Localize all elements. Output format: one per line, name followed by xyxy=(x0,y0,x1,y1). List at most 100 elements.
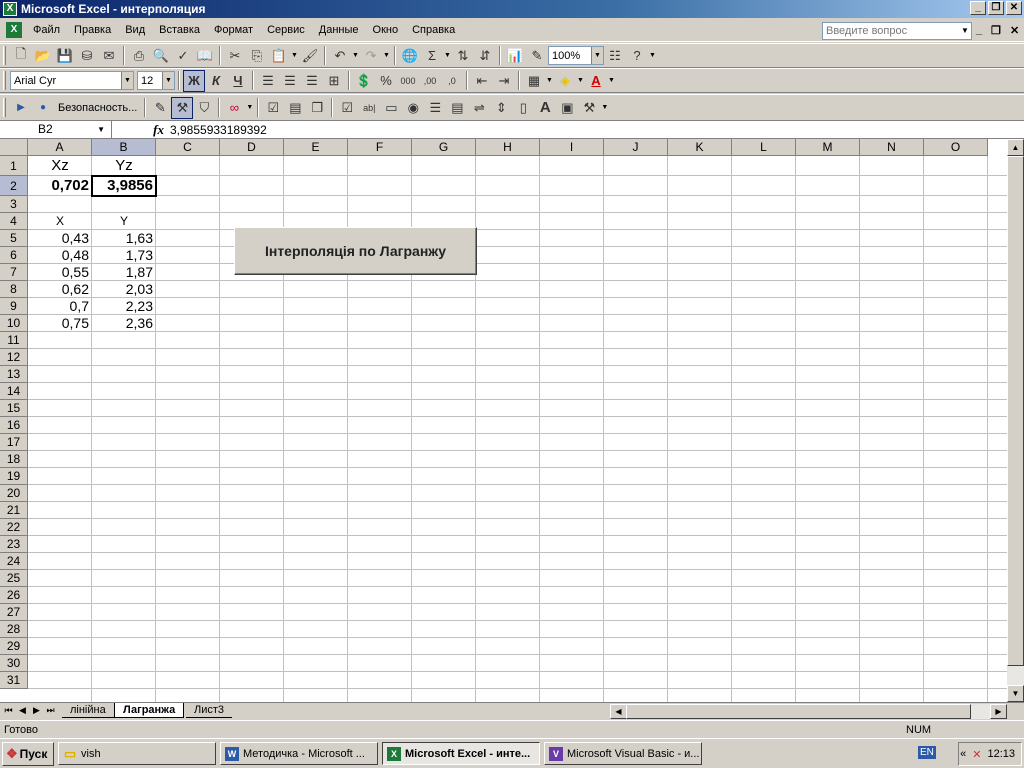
chevron-down-icon[interactable]: ▼ xyxy=(607,77,616,84)
row-header-11[interactable]: 11 xyxy=(0,332,28,349)
formula-input[interactable]: 3,9855933189392 xyxy=(170,123,267,137)
chevron-down-icon[interactable]: ▼ xyxy=(97,121,105,138)
align-center-icon[interactable]: ☰ xyxy=(279,70,301,92)
italic-button[interactable]: К xyxy=(205,70,227,92)
name-box[interactable]: B2 ▼ xyxy=(0,121,112,138)
next-sheet-icon[interactable]: ▶ xyxy=(31,705,42,716)
language-indicator[interactable]: EN xyxy=(918,746,936,759)
toggle-button-icon[interactable]: ⇌ xyxy=(468,97,490,119)
hyperlink-icon[interactable]: 🌐 xyxy=(399,45,421,67)
doc-close-button[interactable]: ✕ xyxy=(1010,24,1019,37)
row-header-31[interactable]: 31 xyxy=(0,672,28,689)
tab-lagrange[interactable]: Лагранжа xyxy=(114,703,185,718)
design-mode-icon[interactable]: ✎ xyxy=(149,97,171,119)
lagrange-interpolation-button[interactable]: Інтерполяція по Лагранжу xyxy=(234,227,477,275)
tools-icon[interactable]: ⚒ xyxy=(171,96,194,119)
menu-view[interactable]: Вид xyxy=(118,18,152,42)
new-icon[interactable]: 🗋 xyxy=(10,45,32,67)
row-header-3[interactable]: 3 xyxy=(0,196,28,213)
row-header-19[interactable]: 19 xyxy=(0,468,28,485)
menu-format[interactable]: Формат xyxy=(207,18,260,42)
scroll-up-icon[interactable]: ▲ xyxy=(1007,139,1024,156)
task-vba[interactable]: V Microsoft Visual Basic - и... xyxy=(544,742,702,765)
cell-b9[interactable]: 2,23 xyxy=(92,298,156,315)
row-header-17[interactable]: 17 xyxy=(0,434,28,451)
bold-button[interactable]: Ж xyxy=(183,69,205,92)
view-code-icon[interactable]: ▤ xyxy=(284,97,306,119)
increase-decimal-icon[interactable]: ,00 xyxy=(419,70,441,92)
row-header-9[interactable]: 9 xyxy=(0,298,28,315)
menu-tools[interactable]: Сервис xyxy=(260,18,312,42)
doc-restore-button[interactable]: ❐ xyxy=(991,24,1001,37)
menu-insert[interactable]: Вставка xyxy=(152,18,207,42)
research-icon[interactable]: 📖 xyxy=(194,45,216,67)
row-header-1[interactable]: 1 xyxy=(0,156,28,176)
cell-a1[interactable]: Xz xyxy=(28,156,92,176)
spin-button-icon[interactable]: ⇕ xyxy=(490,97,512,119)
column-header-i[interactable]: I xyxy=(540,139,604,156)
menu-edit[interactable]: Правка xyxy=(67,18,118,42)
cell-a8[interactable]: 0,62 xyxy=(28,281,92,298)
chart-wizard-icon[interactable]: 📊 xyxy=(504,45,526,67)
textbox-control-icon[interactable]: ab| xyxy=(358,97,380,119)
font-color-icon[interactable]: A xyxy=(585,70,607,92)
row-header-21[interactable]: 21 xyxy=(0,502,28,519)
link-icon[interactable]: ∞ xyxy=(223,97,245,119)
align-right-icon[interactable]: ☰ xyxy=(301,70,323,92)
cell-a4[interactable]: X xyxy=(28,213,92,230)
row-header-15[interactable]: 15 xyxy=(0,400,28,417)
cell-b4[interactable]: Y xyxy=(92,213,156,230)
save-icon[interactable]: 💾 xyxy=(54,45,76,67)
column-header-a[interactable]: A xyxy=(28,139,92,156)
row-header-23[interactable]: 23 xyxy=(0,536,28,553)
row-header-24[interactable]: 24 xyxy=(0,553,28,570)
tab-list3[interactable]: Лист3 xyxy=(186,703,233,718)
menu-data[interactable]: Данные xyxy=(312,18,366,42)
zoom-combo[interactable]: 100% ▼ xyxy=(548,46,604,65)
spelling-icon[interactable]: ✓ xyxy=(172,45,194,67)
cell-b7[interactable]: 1,87 xyxy=(92,264,156,281)
exit-design-icon[interactable]: ⛉ xyxy=(193,97,215,119)
grid-layout-icon[interactable]: ☷ xyxy=(604,45,626,67)
row-header-26[interactable]: 26 xyxy=(0,587,28,604)
workbook-icon[interactable]: X xyxy=(6,21,22,38)
row-header-20[interactable]: 20 xyxy=(0,485,28,502)
permission-icon[interactable]: ⛁ xyxy=(76,45,98,67)
row-header-2[interactable]: 2 xyxy=(0,176,28,196)
comma-style-icon[interactable]: 000 xyxy=(397,70,419,92)
label-control-icon[interactable]: A xyxy=(534,97,556,119)
row-header-25[interactable]: 25 xyxy=(0,570,28,587)
image-control-icon[interactable]: ▣ xyxy=(556,97,578,119)
row-header-22[interactable]: 22 xyxy=(0,519,28,536)
row-header-28[interactable]: 28 xyxy=(0,621,28,638)
tray-expand-icon[interactable]: « xyxy=(960,748,966,760)
row-header-27[interactable]: 27 xyxy=(0,604,28,621)
cell-a5[interactable]: 0,43 xyxy=(28,230,92,247)
cell-b5[interactable]: 1,63 xyxy=(92,230,156,247)
network-icon[interactable]: ✕ xyxy=(972,748,981,761)
increase-indent-icon[interactable]: ⇥ xyxy=(493,70,515,92)
font-size-combo[interactable]: 12 ▼ xyxy=(137,71,175,90)
ask-question-input[interactable]: Введите вопрос ▼ xyxy=(822,22,972,40)
scroll-thumb[interactable] xyxy=(626,704,971,719)
fill-color-icon[interactable]: ◈ xyxy=(554,70,576,92)
decrease-decimal-icon[interactable]: ,0 xyxy=(441,70,463,92)
horizontal-scrollbar[interactable]: ◀ ▶ xyxy=(610,704,1007,719)
row-header-7[interactable]: 7 xyxy=(0,264,28,281)
cell-a9[interactable]: 0,7 xyxy=(28,298,92,315)
scroll-bar-icon[interactable]: ▯ xyxy=(512,97,534,119)
task-excel[interactable]: X Microsoft Excel - инте... xyxy=(382,742,540,765)
currency-icon[interactable]: 💲 xyxy=(353,70,375,92)
chevron-down-icon[interactable]: ▼ xyxy=(162,72,174,89)
merge-center-icon[interactable]: ⊞ xyxy=(323,70,345,92)
chevron-down-icon[interactable]: ▼ xyxy=(382,52,391,59)
chevron-down-icon[interactable]: ▼ xyxy=(648,52,657,59)
paste-icon[interactable]: 📋 xyxy=(268,45,290,67)
row-header-6[interactable]: 6 xyxy=(0,247,28,264)
format-painter-icon[interactable]: 🖌 xyxy=(299,45,321,67)
row-header-4[interactable]: 4 xyxy=(0,213,28,230)
toolbar-grip[interactable] xyxy=(3,98,6,117)
chevron-down-icon[interactable]: ▼ xyxy=(576,77,585,84)
chevron-down-icon[interactable]: ▼ xyxy=(545,77,554,84)
column-header-o[interactable]: O xyxy=(924,139,988,156)
